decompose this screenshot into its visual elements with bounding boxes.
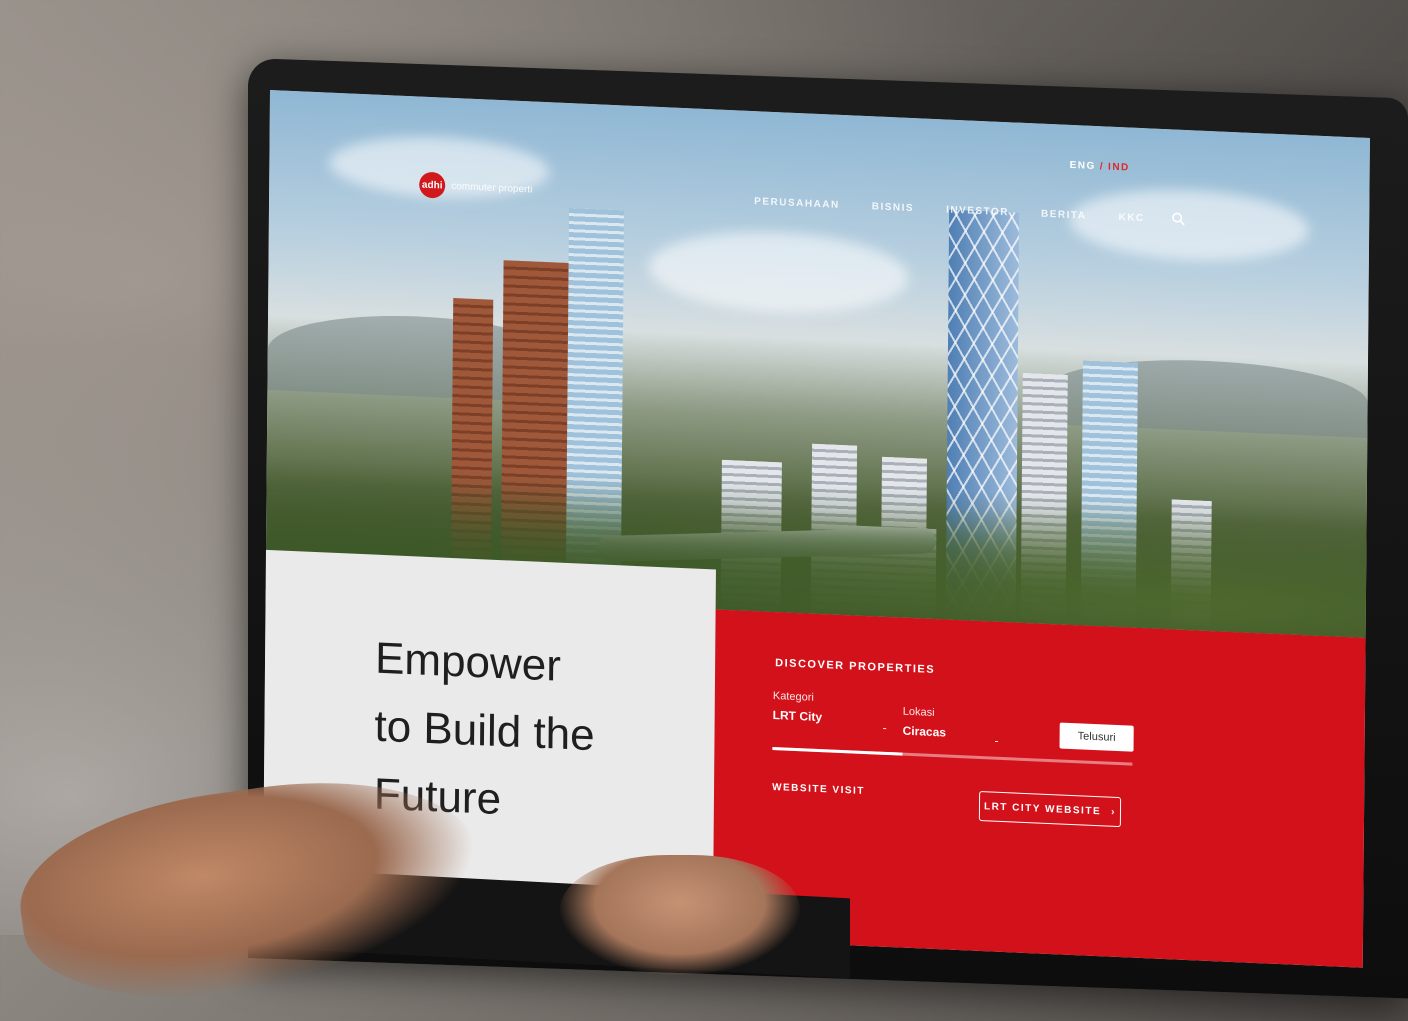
kategori-label: Kategori [772,689,814,704]
lrt-city-website-button[interactable]: LRT CITY WEBSITE › [978,790,1122,828]
lang-ind[interactable]: IND [1108,162,1130,174]
website-visit-label: WEBSITE VISIT [772,781,865,797]
selection-progress-fill [772,746,903,756]
right-hand [560,855,800,975]
language-switch[interactable]: ENG / IND [1070,160,1130,174]
lokasi-dropdown-indicator[interactable]: - [995,734,999,748]
hero-image: ENG / IND adhi commuter properti PERUSAHAA… [265,90,1370,638]
nav-item-berita[interactable]: BERITA [1041,209,1087,222]
search-icon[interactable] [1171,211,1185,226]
kategori-dropdown-indicator[interactable]: - [883,721,887,735]
chevron-right-icon: › [1111,806,1117,818]
kategori-select[interactable]: LRT City [773,708,822,724]
logo-mark: adhi [419,171,446,199]
lokasi-label: Lokasi [902,705,935,720]
lang-en[interactable]: ENG [1070,160,1096,172]
website-button-label: LRT CITY WEBSITE [983,800,1102,817]
cloud [1068,184,1310,266]
nav-item-kkc[interactable]: KKC [1118,212,1144,224]
cloud [648,226,909,318]
logo-text: commuter properti [451,180,533,195]
nav-item-bisnis[interactable]: BISNIS [872,201,914,214]
selection-progress-track [772,746,1133,766]
brand-logo[interactable]: adhi commuter properti [419,171,533,203]
lokasi-select[interactable]: Ciracas [903,724,946,740]
lang-separator: / [1099,161,1105,173]
telusuri-button[interactable]: Telusuri [1059,722,1134,752]
nav-item-perusahaan[interactable]: PERUSAHAAN [754,196,840,211]
discover-title: DISCOVER PROPERTIES [775,657,936,677]
